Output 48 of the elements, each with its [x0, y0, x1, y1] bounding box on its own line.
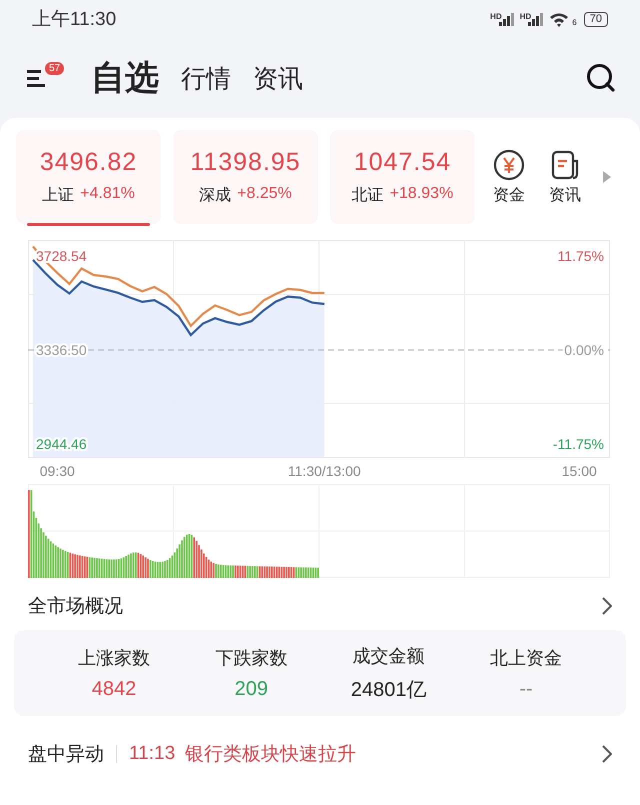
shortcut-button[interactable]: 资金	[487, 148, 531, 206]
network-label: HD	[490, 12, 502, 21]
yen-icon	[493, 148, 525, 180]
index-name: 深成	[199, 186, 232, 206]
nav-tab[interactable]: 自选	[91, 55, 159, 101]
notification-badge: 57	[45, 62, 64, 75]
alert-text[interactable]: 银行类板块快速拉升	[185, 741, 356, 767]
index-card[interactable]: 3496.82 上证 +4.81%	[16, 130, 161, 224]
percent-axis-label: -11.75%	[552, 436, 604, 452]
status-time: 上午11:30	[32, 8, 116, 32]
stat-value: 4842	[92, 678, 136, 700]
alert-time: 11:13	[129, 743, 176, 765]
wifi-label: 6	[572, 18, 577, 26]
battery-indicator: 70	[584, 12, 608, 26]
index-value: 11398.95	[190, 148, 301, 177]
document-icon	[549, 148, 581, 180]
menu-icon	[27, 68, 47, 88]
stat-value: 209	[234, 678, 268, 700]
chevron-right-icon[interactable]	[602, 597, 612, 615]
network-label: HD	[520, 12, 532, 21]
y-axis-label: 2944.46	[36, 436, 87, 452]
index-name: 上证	[42, 186, 74, 206]
index-change: +4.81%	[80, 185, 135, 204]
index-change: +8.25%	[237, 185, 292, 204]
stat-label: 成交金额	[352, 644, 425, 668]
x-axis-label: 15:00	[562, 463, 597, 479]
index-value: 3496.82	[40, 148, 138, 177]
search-icon[interactable]	[586, 63, 616, 93]
index-value: 1047.54	[354, 148, 452, 177]
percent-axis-label: 11.75%	[558, 248, 604, 264]
index-card[interactable]: 11398.95 深成 +8.25%	[173, 130, 318, 224]
wifi-icon	[549, 12, 570, 26]
index-name: 北证	[352, 186, 384, 206]
nav-tab[interactable]: 资讯	[253, 62, 303, 94]
section-title: 盘中异动	[28, 743, 104, 767]
index-card[interactable]: 1047.54 北证 +18.93%	[330, 130, 475, 224]
stat-value: --	[519, 678, 533, 700]
index-change: +18.93%	[390, 185, 454, 204]
stat-label: 下跌家数	[215, 646, 288, 670]
x-axis-label: 11:30/13:00	[288, 463, 361, 479]
chevron-right-icon[interactable]	[602, 745, 612, 763]
section-title: 全市场概况	[28, 595, 123, 619]
shortcut-button[interactable]: 资讯	[543, 148, 587, 206]
nav-tab[interactable]: 行情	[181, 62, 231, 94]
stat-label: 北上资金	[490, 646, 562, 670]
x-axis-label: 09:30	[40, 463, 75, 479]
stat-label: 上涨家数	[78, 646, 150, 670]
stat-value: 24801亿	[350, 678, 426, 702]
